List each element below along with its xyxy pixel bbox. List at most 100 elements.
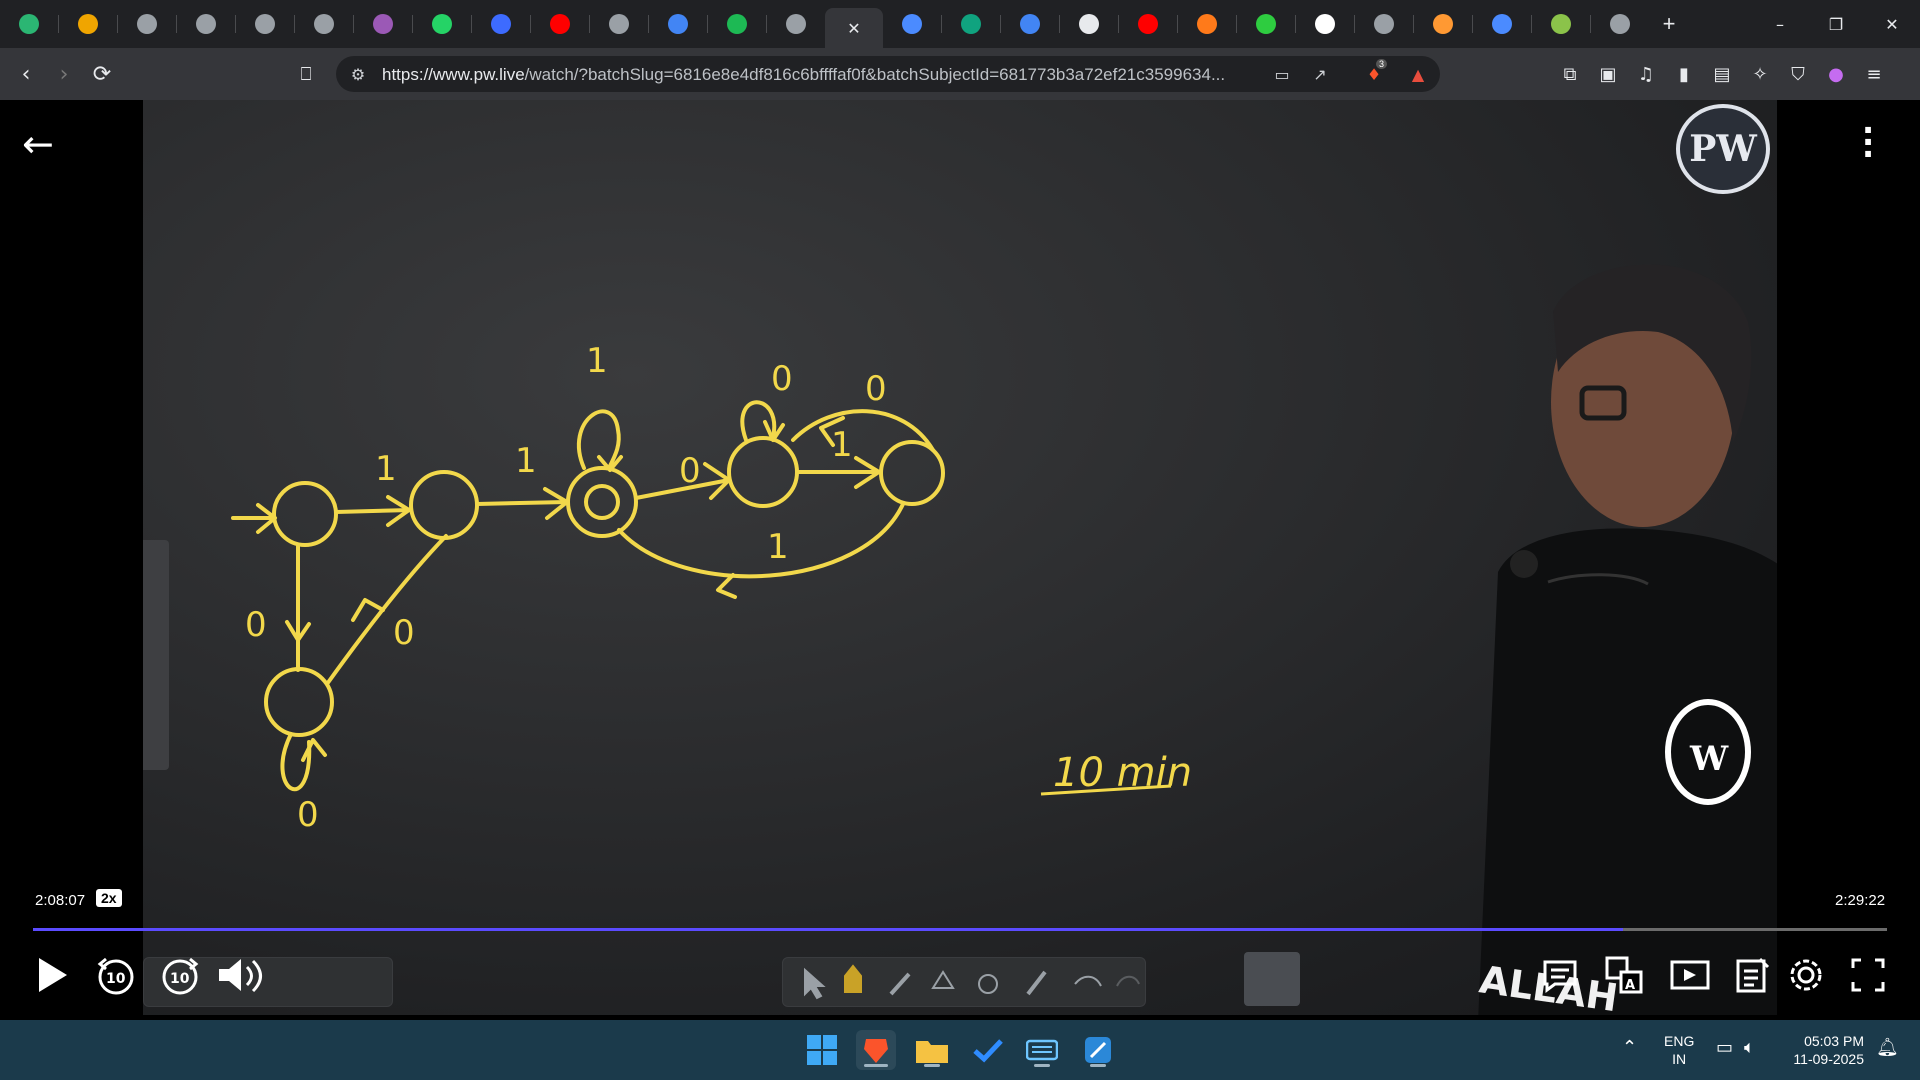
board-label: 0: [393, 613, 415, 653]
mini-player-button[interactable]: [1668, 950, 1712, 1000]
network-icon[interactable]: ▭: [1716, 1038, 1733, 1056]
browser-tab[interactable]: [0, 6, 58, 42]
bookmark-icon[interactable]: ⎕: [288, 56, 324, 92]
browser-tab[interactable]: [708, 6, 766, 42]
spotify-icon: [727, 14, 747, 34]
extensions-icon[interactable]: ⧉: [1554, 56, 1586, 92]
fullscreen-button[interactable]: [1846, 950, 1890, 1000]
back-arrow-icon[interactable]: ←: [22, 122, 54, 166]
browser-tab[interactable]: [1473, 6, 1531, 42]
menu-icon[interactable]: ≡: [1858, 56, 1890, 92]
board-label: 0: [679, 451, 701, 491]
taskbar-file-explorer[interactable]: [912, 1030, 952, 1070]
whatsapp-icon: [432, 14, 452, 34]
globe-icon: [314, 14, 334, 34]
restore-icon[interactable]: ❐: [1808, 0, 1864, 48]
browser-tab[interactable]: [59, 6, 117, 42]
taskbar-whiteboard[interactable]: [1078, 1030, 1118, 1070]
video-frame[interactable]: 1 1 1 0 0 0 1 0 0 0 1 10 min W ALLAH: [143, 100, 1777, 1015]
reload-icon[interactable]: ⟳: [84, 56, 120, 92]
seek-bar[interactable]: [33, 928, 1887, 931]
browser-tab[interactable]: [1591, 6, 1649, 42]
browser-tab[interactable]: [1532, 6, 1590, 42]
chat-button[interactable]: [1538, 950, 1582, 1000]
browser-tab[interactable]: [1296, 6, 1354, 42]
chat-icon: [1543, 960, 1577, 993]
forward-10-button[interactable]: 10: [158, 950, 202, 1000]
settings-button[interactable]: [1784, 950, 1828, 1000]
sidebar-icon[interactable]: ▮: [1668, 56, 1700, 92]
browser-tab[interactable]: [883, 6, 941, 42]
more-options-icon[interactable]: · · ·: [1862, 114, 1874, 170]
browser-tab[interactable]: [295, 6, 353, 42]
forward-nav-icon[interactable]: ›: [46, 56, 82, 92]
notification-bell-icon[interactable]: 🔔︎: [1876, 1038, 1899, 1056]
notes-button[interactable]: [1730, 950, 1774, 1000]
gemini-icon: [902, 14, 922, 34]
browser-tab[interactable]: ✕: [825, 8, 883, 48]
taskbar-todo[interactable]: [968, 1030, 1008, 1070]
browser-tab[interactable]: [177, 6, 235, 42]
browser-tab[interactable]: [1237, 6, 1295, 42]
board-label: 1: [831, 425, 853, 465]
play-button[interactable]: [30, 950, 74, 1000]
board-label: 1: [375, 449, 397, 489]
share-icon[interactable]: ↗: [1308, 62, 1332, 86]
profile-icon[interactable]: ●: [1820, 56, 1852, 92]
vpn-icon[interactable]: ⛉: [1782, 56, 1814, 92]
show-hidden-icons[interactable]: ⌃: [1622, 1038, 1637, 1056]
video-player[interactable]: 1 1 1 0 0 0 1 0 0 0 1 10 min W ALLAH ← P…: [0, 100, 1920, 1020]
browser-tab[interactable]: [1001, 6, 1059, 42]
wallet-icon[interactable]: ▤: [1706, 56, 1738, 92]
address-bar[interactable]: ⚙ https://www.pw.live/watch/?batchSlug=6…: [336, 56, 1440, 92]
minimize-icon[interactable]: –: [1752, 0, 1808, 48]
leo-ai-icon[interactable]: ✧: [1744, 56, 1776, 92]
browser-tab[interactable]: [1119, 6, 1177, 42]
volume-button[interactable]: [214, 950, 264, 1000]
browser-tab[interactable]: [767, 6, 825, 42]
speaker-icon[interactable]: 🔈︎: [1744, 1038, 1755, 1056]
board-tool-tray-center: [782, 957, 1146, 1007]
back-nav-icon[interactable]: ‹: [8, 56, 44, 92]
brave-rewards-icon[interactable]: ▲: [1406, 62, 1430, 86]
url-text[interactable]: https://www.pw.live/watch/?batchSlug=681…: [382, 65, 1225, 85]
reader-icon[interactable]: ▣: [1592, 56, 1624, 92]
playback-speed-badge[interactable]: 2x: [96, 889, 122, 907]
globe-purple-icon: [373, 14, 393, 34]
browser-tab[interactable]: [118, 6, 176, 42]
rewind-10-icon: 10: [97, 957, 134, 995]
gear-icon: [1790, 959, 1822, 991]
browser-tab[interactable]: [1060, 6, 1118, 42]
browser-tab[interactable]: [354, 6, 412, 42]
window-controls: – ❐ ✕: [1752, 0, 1920, 48]
browser-tab[interactable]: [472, 6, 530, 42]
language-indicator[interactable]: ENG IN: [1664, 1032, 1694, 1068]
browser-tab[interactable]: [413, 6, 471, 42]
browser-tab[interactable]: [1178, 6, 1236, 42]
pw-logo: PW: [1676, 104, 1770, 194]
browser-tab[interactable]: [236, 6, 294, 42]
clock[interactable]: 05:03 PM 11-09-2025: [1784, 1032, 1864, 1068]
translate-button[interactable]: A: [1602, 950, 1646, 1000]
globe-icon: [1374, 14, 1394, 34]
site-settings-icon[interactable]: ⚙: [346, 62, 370, 86]
media-icon[interactable]: ♫: [1630, 56, 1662, 92]
taskbar-brave[interactable]: [856, 1030, 896, 1070]
rewind-10-button[interactable]: 10: [94, 950, 138, 1000]
notes-icon: [1736, 957, 1770, 993]
svg-text:A: A: [1625, 978, 1635, 993]
browser-tab[interactable]: [590, 6, 648, 42]
globe-green-icon: [1551, 14, 1571, 34]
new-tab-button[interactable]: +: [1649, 11, 1689, 37]
start-button[interactable]: [802, 1030, 842, 1070]
browser-tab[interactable]: [942, 6, 1000, 42]
india-flag-icon: [1433, 14, 1453, 34]
browser-tab[interactable]: [649, 6, 707, 42]
taskbar-keyboard-app[interactable]: [1022, 1030, 1062, 1070]
close-window-icon[interactable]: ✕: [1864, 0, 1920, 48]
browser-tab[interactable]: [1355, 6, 1413, 42]
cast-icon[interactable]: ▭: [1270, 62, 1294, 86]
browser-tab[interactable]: [531, 6, 589, 42]
close-icon: ✕: [847, 18, 861, 38]
browser-tab[interactable]: [1414, 6, 1472, 42]
